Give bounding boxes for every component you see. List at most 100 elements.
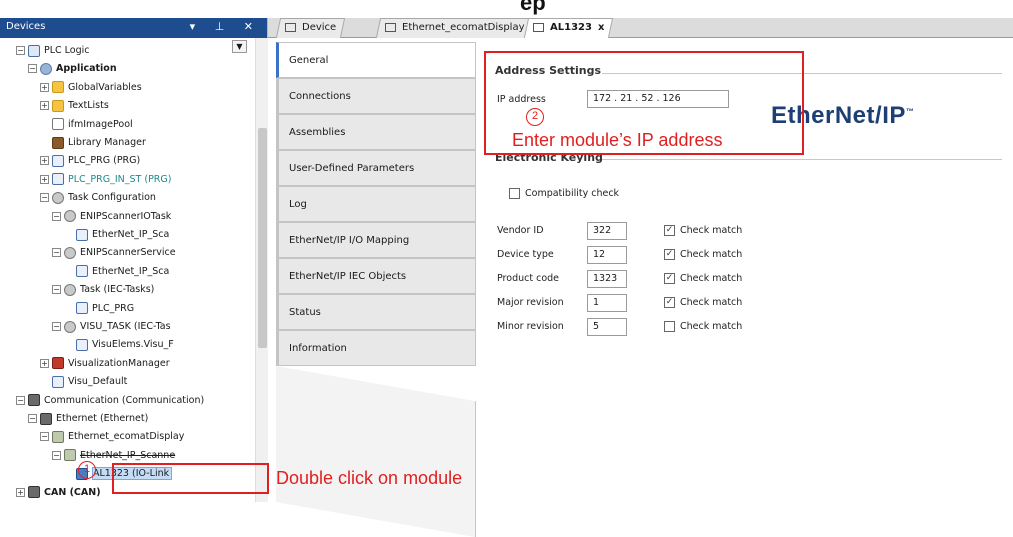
side-tab[interactable]: Status xyxy=(276,294,476,330)
tree-item[interactable]: + PLC_PRG_IN_ST (PRG) xyxy=(40,171,171,189)
side-tab[interactable]: EtherNet/IP IEC Objects xyxy=(276,258,476,294)
communication-icon xyxy=(28,394,40,407)
tree-item-label: EtherNet_IP_Sca xyxy=(92,229,170,240)
keying-value-field[interactable]: 5 xyxy=(587,318,627,336)
tree-item-label: CAN (CAN) xyxy=(44,486,101,498)
tree-item-label: VisuElems.Visu_F xyxy=(92,339,174,351)
tree-item[interactable]: Visu_Default xyxy=(40,373,127,391)
tree-item-label: EtherNet_IP_Sca xyxy=(92,265,170,277)
side-tab-label: EtherNet/IP I/O Mapping xyxy=(289,235,410,246)
side-tab[interactable]: User-Defined Parameters xyxy=(276,150,476,186)
collapse-icon[interactable]: − xyxy=(52,248,61,258)
tree-item[interactable]: Library Manager xyxy=(40,134,146,152)
side-tab[interactable]: Assemblies xyxy=(276,114,476,150)
devices-panel-title: Devices xyxy=(6,21,46,32)
visu-icon xyxy=(52,375,64,388)
side-tab[interactable]: Log xyxy=(276,186,476,222)
collapse-icon[interactable]: − xyxy=(52,211,61,221)
check-match-checkbox[interactable] xyxy=(664,321,675,332)
check-match-checkbox[interactable]: ✓ xyxy=(664,225,675,236)
expand-icon[interactable]: + xyxy=(40,101,49,111)
electronic-keying-divider xyxy=(602,159,1002,160)
library-icon xyxy=(52,136,64,149)
tree-item[interactable]: − Task Configuration xyxy=(40,189,156,207)
tree-item[interactable]: ifmImagePool xyxy=(40,116,133,134)
tree-item[interactable]: + GlobalVariables xyxy=(40,79,142,97)
editor-tab[interactable]: Ethernet_ecomatDisplay xyxy=(375,18,534,38)
expand-icon[interactable]: + xyxy=(16,487,25,497)
compatibility-check-checkbox[interactable] xyxy=(509,188,520,199)
collapse-icon[interactable]: − xyxy=(40,193,49,203)
panel-window-controls-icon[interactable]: ▾ ⊥ ✕ xyxy=(190,20,261,33)
tree-item[interactable]: − Ethernet_ecomatDisplay xyxy=(40,428,184,446)
expand-icon[interactable]: + xyxy=(40,358,49,368)
side-tab-list: General Connections Assemblies User-Defined… xyxy=(276,42,476,537)
ethernet-icon xyxy=(40,412,52,425)
collapse-icon[interactable]: − xyxy=(52,285,61,295)
tree-item[interactable]: − ENIPScannerService xyxy=(52,244,176,262)
image-pool-icon xyxy=(52,118,64,131)
collapse-icon[interactable]: − xyxy=(52,322,61,331)
keying-value-field[interactable]: 12 xyxy=(587,246,627,264)
keying-label: Major revision xyxy=(497,297,564,308)
tree-item[interactable]: EtherNet_IP_Sca xyxy=(64,263,169,281)
side-tab[interactable]: EtherNet/IP I/O Mapping xyxy=(276,222,476,258)
keying-value-field[interactable]: 1 xyxy=(587,294,627,312)
editor-tab[interactable]: AL1323 x xyxy=(523,18,614,38)
tree-item[interactable]: − Task (IEC-Tasks) xyxy=(52,281,154,299)
check-match-checkbox[interactable]: ✓ xyxy=(664,297,675,308)
tree-item-label: Task Configuration xyxy=(68,192,156,204)
expand-icon[interactable]: + xyxy=(40,82,49,92)
collapse-icon[interactable]: − xyxy=(40,432,49,442)
side-tab[interactable]: Information xyxy=(276,330,476,366)
tree-item[interactable]: + TextLists xyxy=(40,97,109,115)
tree-scrollbar-thumb[interactable] xyxy=(258,128,267,348)
tree-scrollbar[interactable] xyxy=(255,38,268,502)
collapse-icon[interactable]: − xyxy=(16,46,25,55)
collapse-icon[interactable]: − xyxy=(16,395,25,405)
program-icon xyxy=(52,154,64,167)
side-tab[interactable]: General xyxy=(276,42,476,78)
close-tab-icon[interactable]: x xyxy=(598,22,604,33)
check-match-label: Check match xyxy=(680,249,743,260)
can-icon xyxy=(28,486,40,499)
tree-item[interactable]: − Application xyxy=(28,60,117,78)
tree-item[interactable]: − Communication (Communication) xyxy=(16,392,204,410)
tree-item[interactable]: − PLC Logic xyxy=(16,42,90,60)
task-icon xyxy=(64,320,76,333)
collapse-icon[interactable]: − xyxy=(52,450,61,460)
check-match-checkbox[interactable]: ✓ xyxy=(664,249,675,260)
expand-icon[interactable]: + xyxy=(40,174,49,184)
tree-item[interactable]: + VisualizationManager xyxy=(40,355,170,373)
keying-value-field[interactable]: 322 xyxy=(587,222,627,240)
side-tab[interactable]: Connections xyxy=(276,78,476,114)
tree-item[interactable]: EtherNet_IP_Sca xyxy=(64,226,169,244)
tree-item[interactable]: VisuElems.Visu_F xyxy=(64,336,174,354)
check-match-checkbox[interactable]: ✓ xyxy=(664,273,675,284)
tree-item[interactable]: − VISU_TASK (IEC-Tas xyxy=(52,318,171,336)
tree-item-label: VISU_TASK (IEC-Tas xyxy=(80,321,171,332)
check-match-label: Check match xyxy=(680,273,743,284)
collapse-icon[interactable]: − xyxy=(28,414,37,423)
tree-item-label: Ethernet_ecomatDisplay xyxy=(68,431,185,443)
tree-item[interactable]: PLC_PRG xyxy=(64,300,134,318)
keying-value-field[interactable]: 1323 xyxy=(587,270,627,288)
tree-item[interactable]: + PLC_PRG (PRG) xyxy=(40,152,140,170)
side-tab-label: Connections xyxy=(289,91,351,102)
tree-item[interactable]: − Ethernet (Ethernet) xyxy=(28,410,148,428)
step-1-badge: 1 xyxy=(78,461,96,479)
tree-item[interactable]: − ENIPScannerIOTask xyxy=(52,208,171,226)
expand-icon[interactable]: + xyxy=(40,156,49,166)
side-tab-label: Information xyxy=(289,343,347,354)
tree-item[interactable]: + CAN (CAN) xyxy=(16,484,101,502)
step-2-instruction: Enter module’s IP address xyxy=(512,130,723,150)
tree-dropdown-icon[interactable]: ▼ xyxy=(232,40,247,53)
check-match-label: Check match xyxy=(680,225,743,236)
collapse-icon[interactable]: − xyxy=(28,64,37,74)
side-tab-tail xyxy=(276,366,476,537)
editor-tab[interactable]: Device xyxy=(275,18,346,38)
